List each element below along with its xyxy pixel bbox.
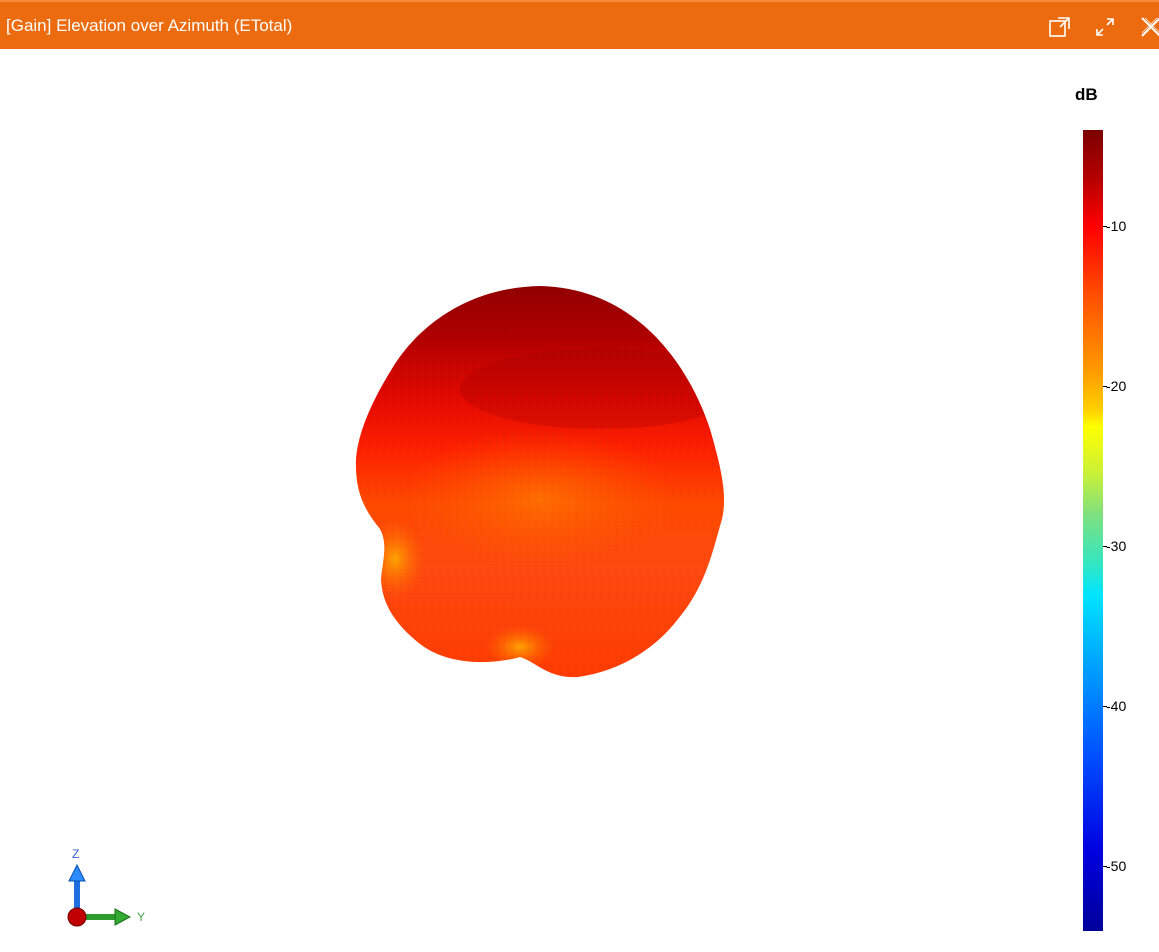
close-icon[interactable] [1138,14,1159,40]
undock-icon[interactable] [1047,14,1073,40]
colorbar-tick-label: -10 [1106,218,1127,234]
z-axis-label: Z [72,847,79,861]
window-title: [Gain] Elevation over Azimuth (ETotal) [6,16,293,35]
colorbar-tick-label: -20 [1106,378,1127,394]
colorbar-unit: dB [1075,85,1098,104]
colorbar-tick-label: -50 [1106,858,1127,874]
colorbar-tick-label: -40 [1106,698,1127,714]
plot-viewport[interactable]: Z Y [0,49,1159,952]
maximize-icon[interactable] [1092,14,1118,40]
colorbar [1083,130,1103,931]
title-bar: [Gain] Elevation over Azimuth (ETotal) [0,0,1159,49]
y-axis-label: Y [137,910,145,924]
axis-triad: Z Y [60,839,160,939]
radiation-pattern-3d[interactable] [0,49,1060,952]
colorbar-tick-label: -30 [1106,538,1127,554]
